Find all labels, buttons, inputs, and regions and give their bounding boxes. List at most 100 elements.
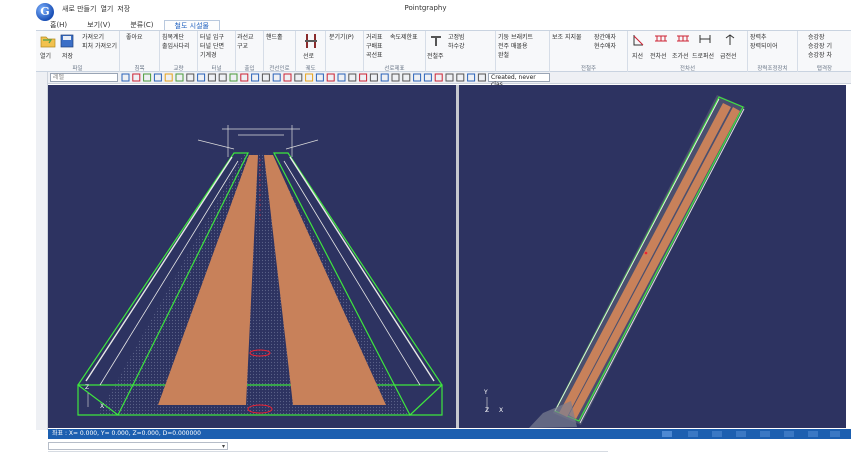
fixed-beam-button[interactable]: 고정빔: [448, 34, 465, 42]
platform-roof-button[interactable]: 승강장 차: [808, 52, 832, 60]
view-tool-icon-4[interactable]: [153, 73, 162, 82]
view-tool-icon-2[interactable]: [132, 73, 141, 82]
view-tool-icon-18[interactable]: [305, 73, 314, 82]
tunnel-machine-button[interactable]: 기계경: [200, 52, 217, 60]
status-button-4[interactable]: [736, 431, 746, 437]
tunnel-section-button[interactable]: 터널 단면: [200, 43, 224, 51]
view-tool-icon-17[interactable]: [294, 73, 303, 82]
status-button-6[interactable]: [784, 431, 794, 437]
view-tool-icon-28[interactable]: [413, 73, 422, 82]
gradient-marker-button[interactable]: 구배표: [366, 43, 383, 51]
messenger-wire-button[interactable]: 조가선: [672, 53, 689, 61]
platform-button[interactable]: 승강장: [808, 34, 825, 42]
view-tool-icon-31[interactable]: [445, 73, 454, 82]
bridge-stairs-button[interactable]: 침목계단: [162, 34, 184, 42]
pole-buried-button[interactable]: 전주 매몰용: [498, 43, 528, 51]
view-tool-icon-33[interactable]: [467, 73, 476, 82]
crossarm-button[interactable]: 완철: [498, 52, 509, 60]
viewport-top[interactable]: Y Z X: [459, 85, 846, 428]
guy-wire-icon[interactable]: [632, 34, 644, 46]
status-button-8[interactable]: [830, 431, 840, 437]
viewport-perspective[interactable]: Z X: [48, 85, 456, 428]
perspective-scene[interactable]: Z X: [48, 85, 456, 428]
status-button-5[interactable]: [760, 431, 770, 437]
classification-select[interactable]: Created, never clas: [488, 73, 550, 88]
save-button[interactable]: 저장: [62, 53, 73, 61]
status-button-3[interactable]: [712, 431, 722, 437]
view-tool-icon-19[interactable]: [315, 73, 324, 82]
tunnel-entrance-button[interactable]: 터널 입구: [200, 34, 224, 42]
switch-button[interactable]: 분기기(P): [329, 34, 354, 42]
status-button-1[interactable]: [662, 431, 672, 437]
left-toolbar-strip: [36, 72, 48, 430]
import-button[interactable]: 가져오기: [82, 34, 104, 42]
sleeper-button[interactable]: 좋아요: [126, 34, 143, 42]
guy-wire-button[interactable]: 지선: [632, 53, 643, 61]
import-feature-button[interactable]: 피처 가져오기: [82, 43, 117, 51]
feeder-button[interactable]: 급전선: [720, 53, 737, 61]
pole-icon[interactable]: [430, 34, 442, 46]
level-input[interactable]: 레벨: [50, 73, 118, 82]
view-tool-icon-8[interactable]: [197, 73, 206, 82]
view-tool-icon-9[interactable]: [207, 73, 216, 82]
long-insulator-button[interactable]: 장간애자: [594, 34, 616, 42]
view-tool-icon-26[interactable]: [391, 73, 400, 82]
bottom-divider: [48, 451, 608, 452]
curve-marker-button[interactable]: 곡선표: [366, 52, 383, 60]
view-tool-icon-10[interactable]: [218, 73, 227, 82]
drop-pipe-button[interactable]: 하수강: [448, 43, 465, 51]
dropper-button[interactable]: 드로퍼선: [692, 53, 714, 61]
suspension-insulator-button[interactable]: 현수애자: [594, 43, 616, 51]
rail-track-icon[interactable]: [304, 34, 318, 48]
view-tool-icon-30[interactable]: [434, 73, 443, 82]
view-tool-icon-29[interactable]: [423, 73, 432, 82]
contact-wire-button[interactable]: 전차선: [650, 53, 667, 61]
view-tool-icon-12[interactable]: [240, 73, 249, 82]
view-tool-icon-23[interactable]: [359, 73, 368, 82]
view-tool-icon-24[interactable]: [369, 73, 378, 82]
save-disk-icon[interactable]: [60, 34, 74, 48]
messenger-wire-icon[interactable]: [676, 34, 690, 44]
handhole-button[interactable]: 핸드홀: [266, 34, 283, 42]
view-tool-icon-13[interactable]: [251, 73, 260, 82]
view-tool-icon-6[interactable]: [175, 73, 184, 82]
status-button-2[interactable]: [688, 431, 698, 437]
contact-wire-icon[interactable]: [654, 34, 668, 44]
pole-bracket-button[interactable]: 기둥 브래키트: [498, 34, 533, 42]
catenary-pole-button[interactable]: 전철주: [427, 53, 444, 61]
top-scene[interactable]: Y Z X: [459, 85, 846, 428]
aux-support-button[interactable]: 보조 지지물: [552, 34, 582, 42]
view-tool-icon-16[interactable]: [283, 73, 292, 82]
view-tool-icon-3[interactable]: [143, 73, 152, 82]
view-tool-icon-21[interactable]: [337, 73, 346, 82]
tension-device-button[interactable]: 장력되이어: [750, 43, 778, 51]
group-bridge-label: 교량: [173, 66, 184, 72]
view-tool-icon-25[interactable]: [380, 73, 389, 82]
open-folder-icon[interactable]: [40, 34, 56, 48]
bridge-ladder-button[interactable]: 출입사다리: [162, 43, 190, 51]
status-button-7[interactable]: [808, 431, 818, 437]
feeder-icon[interactable]: [724, 34, 736, 46]
view-tool-icon-5[interactable]: [164, 73, 173, 82]
dropper-icon[interactable]: [698, 34, 712, 44]
distance-marker-button[interactable]: 거리표: [366, 34, 383, 42]
view-tool-icon-27[interactable]: [402, 73, 411, 82]
view-tool-icon-7[interactable]: [186, 73, 195, 82]
view-tool-icon-34[interactable]: [477, 73, 486, 82]
culvert-button[interactable]: 구교: [237, 43, 248, 51]
view-tool-icon-14[interactable]: [261, 73, 270, 82]
view-tool-icon-1[interactable]: [121, 73, 130, 82]
group-cable-duct-label: 전선인로: [269, 66, 290, 72]
tension-weight-button[interactable]: 장력추: [750, 34, 767, 42]
view-tool-icon-11[interactable]: [229, 73, 238, 82]
bottom-combo[interactable]: ▾: [48, 442, 228, 450]
view-tool-icon-15[interactable]: [272, 73, 281, 82]
view-tool-icon-20[interactable]: [326, 73, 335, 82]
platform-edge-button[interactable]: 승강장 기: [808, 43, 832, 51]
view-tool-icon-22[interactable]: [348, 73, 357, 82]
view-tool-icon-32[interactable]: [456, 73, 465, 82]
track-button[interactable]: 선로: [303, 53, 314, 61]
speed-limit-button[interactable]: 속도제한표: [390, 34, 418, 42]
overpass-button[interactable]: 과선교: [237, 34, 254, 42]
open-button[interactable]: 열기: [40, 53, 51, 61]
